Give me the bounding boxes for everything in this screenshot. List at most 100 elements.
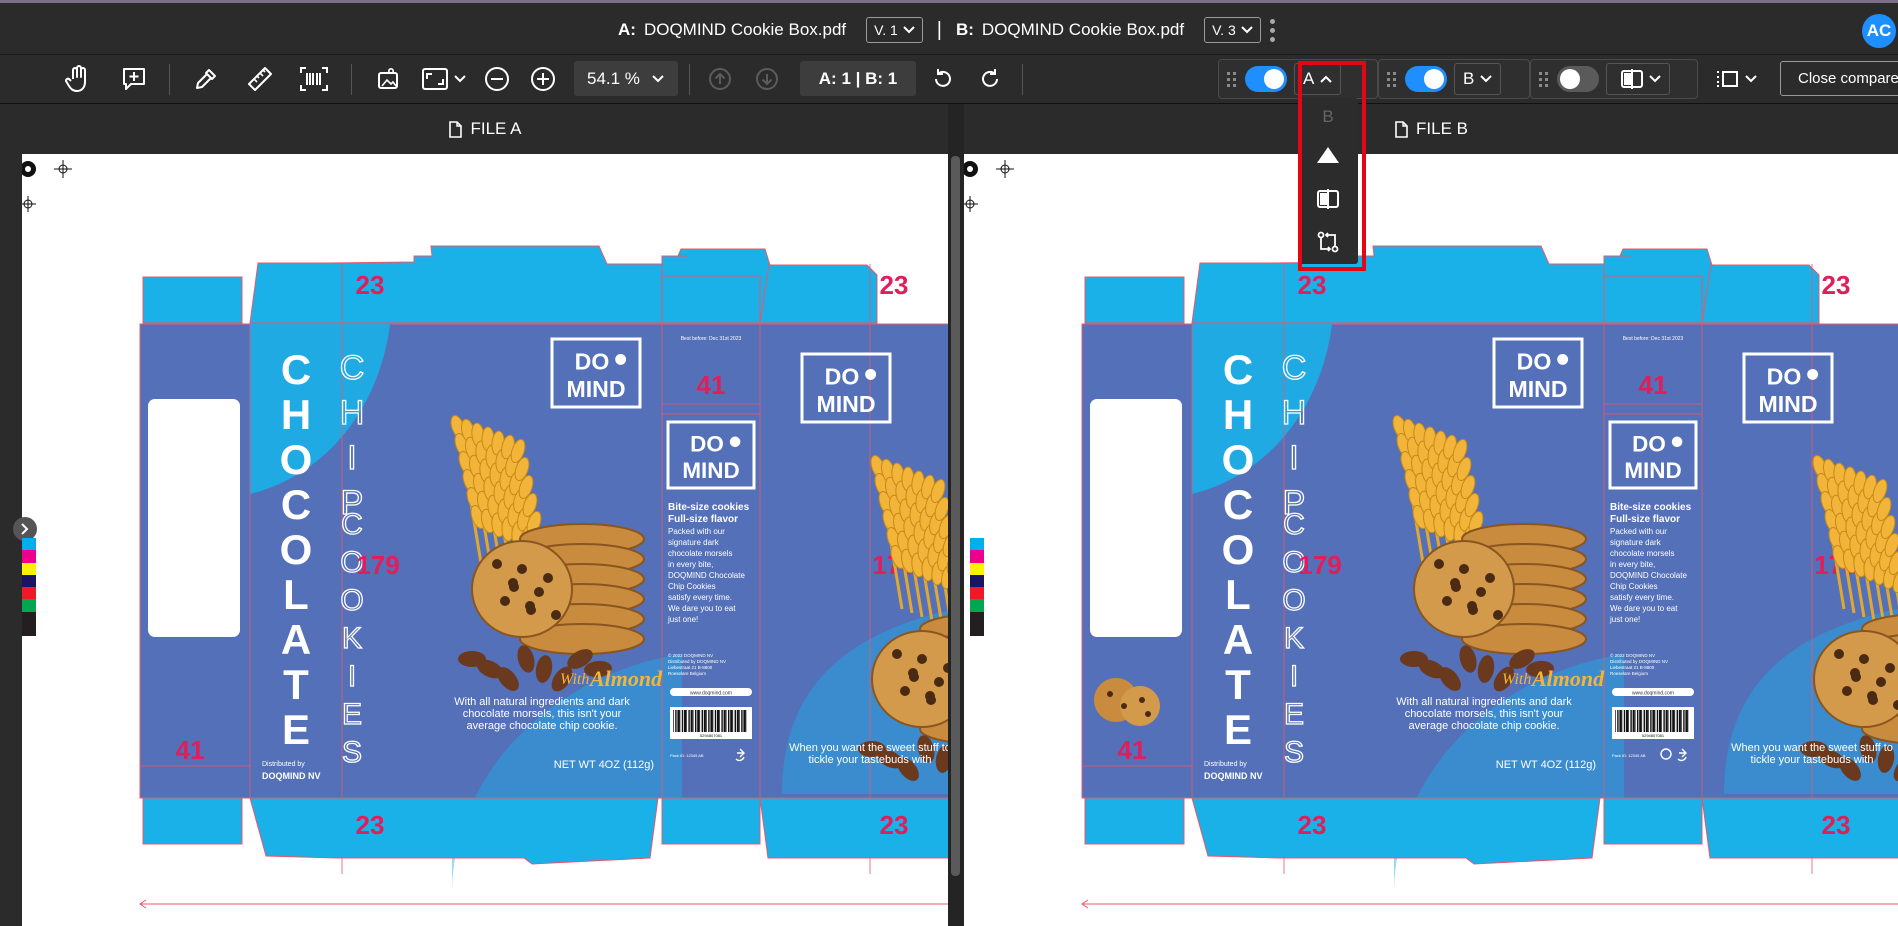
fit-page-icon	[422, 68, 448, 90]
color-swatch	[970, 623, 984, 636]
dimension-height: 179	[356, 550, 399, 580]
dimension-top: 23	[1298, 270, 1327, 300]
layer-a-group: A	[1218, 59, 1378, 99]
dimension-height: 179	[1298, 550, 1341, 580]
avatar[interactable]: AC	[1862, 14, 1896, 48]
svg-text:O: O	[1222, 526, 1255, 573]
bite-subtitle: Full-size flavor	[668, 514, 738, 525]
svg-text:just one!: just one!	[667, 615, 698, 624]
file-a-version-select[interactable]: V. 1	[866, 17, 923, 43]
svg-text:O: O	[1282, 584, 1305, 617]
svg-text:S: S	[342, 736, 362, 769]
menu-item-swap-arrows[interactable]	[1298, 227, 1358, 257]
rotate-left-button[interactable]	[928, 55, 958, 103]
distributor-name: DOQMIND NV	[262, 771, 321, 781]
zoom-in-button[interactable]	[528, 55, 558, 103]
chevron-down-icon	[1480, 75, 1493, 83]
color-swatch	[970, 574, 984, 587]
file-a-version: V. 1	[874, 22, 898, 38]
svg-text:K: K	[1284, 622, 1304, 655]
svg-text:C: C	[1223, 346, 1253, 393]
zoom-out-button[interactable]	[482, 55, 512, 103]
svg-text:average chocolate chip cookie.: average chocolate chip cookie.	[466, 720, 617, 732]
svg-text:C: C	[1223, 481, 1253, 528]
drag-handle-icon[interactable]	[1227, 71, 1237, 87]
previous-difference-button[interactable]	[706, 55, 734, 103]
drag-handle-icon[interactable]	[1387, 71, 1397, 87]
svg-text:C: C	[341, 508, 363, 541]
eyedropper-button[interactable]	[190, 55, 222, 103]
barcode-scan-icon	[300, 67, 328, 91]
file-b-version-select[interactable]: V. 3	[1204, 17, 1261, 43]
file-a-label: A:	[618, 20, 636, 39]
website: www.doqmind.com	[690, 691, 732, 697]
layer-a-toggle[interactable]	[1245, 66, 1287, 92]
menu-item-b[interactable]: B	[1298, 102, 1358, 132]
overlay-mode-dropdown[interactable]	[1606, 63, 1670, 95]
svg-text:A: A	[281, 616, 311, 663]
registration-marks	[22, 160, 72, 212]
layout-icon	[1717, 71, 1738, 87]
svg-text:Distributed by DOQMIND NV: Distributed by DOQMIND NV	[1610, 659, 1668, 664]
distributed-by-label: Distributed by	[1204, 761, 1247, 768]
svg-text:T: T	[1225, 661, 1251, 708]
dimension-top-right: 23	[880, 270, 909, 300]
drag-handle-icon[interactable]	[1539, 71, 1549, 87]
barcode: 5294807081	[1612, 707, 1694, 739]
layer-a-dropdown[interactable]: A	[1294, 63, 1342, 95]
svg-text:satisfy every time.: satisfy every time.	[668, 593, 732, 602]
svg-text:DO: DO	[690, 432, 724, 457]
file-b-viewport[interactable]: 41CHOCOLATECHIPCOOKIES2317923 DO MIND Wi…	[964, 154, 1898, 926]
svg-text:Liebestraat 21 B-8800: Liebestraat 21 B-8800	[1610, 665, 1655, 670]
svg-text:DOQMIND Chocolate: DOQMIND Chocolate	[668, 571, 745, 580]
menu-item-swap-sides[interactable]	[1298, 184, 1358, 214]
svg-text:T: T	[283, 661, 309, 708]
svg-text:K: K	[342, 622, 362, 655]
image-compare-button[interactable]	[373, 55, 403, 103]
close-compare-button[interactable]: Close compare	[1780, 61, 1898, 96]
fit-page-dropdown[interactable]	[420, 55, 468, 103]
svg-text:H: H	[340, 394, 365, 432]
svg-text:MIND: MIND	[1624, 458, 1681, 483]
file-icon	[1395, 120, 1408, 138]
svg-text:O: O	[1222, 436, 1255, 483]
measure-button[interactable]	[244, 55, 276, 103]
file-b-title: FILE B	[1416, 119, 1468, 138]
title-bar: A: DOQMIND Cookie Box.pdf V. 1 | B: DOQM…	[0, 0, 1898, 55]
file-b-name: DOQMIND Cookie Box.pdf	[981, 20, 1185, 39]
layer-b-dropdown[interactable]: B	[1454, 63, 1502, 95]
file-a-viewport[interactable]: 41CHOCOLATECHIPCOOKIES2317923 DO MIND Wi…	[22, 154, 948, 926]
panel-scrollbar[interactable]	[948, 104, 964, 926]
scrollbar-thumb[interactable]	[951, 156, 960, 876]
file-a-title: FILE A	[470, 119, 522, 138]
svg-text:C: C	[1282, 349, 1307, 387]
more-options-icon[interactable]	[1270, 19, 1276, 46]
svg-text:I: I	[1289, 439, 1298, 477]
svg-text:C: C	[340, 349, 365, 387]
pack-id: Pack ID: 12345 AB	[1612, 753, 1646, 758]
triangle-icon	[1317, 147, 1339, 163]
svg-text:A: A	[1223, 616, 1253, 663]
add-comment-button[interactable]	[118, 55, 150, 103]
svg-text:Distributed by DOQMIND NV: Distributed by DOQMIND NV	[668, 659, 726, 664]
next-difference-button[interactable]	[753, 55, 781, 103]
svg-text:signature dark: signature dark	[668, 538, 720, 547]
rotate-right-button[interactable]	[975, 55, 1005, 103]
svg-text:signature dark: signature dark	[1610, 538, 1662, 547]
layer-a-label: A	[1303, 69, 1315, 88]
rotate-right-icon	[982, 69, 998, 87]
svg-text:5294807081: 5294807081	[700, 733, 723, 738]
view-mode-dropdown[interactable]	[1712, 55, 1760, 103]
svg-text:C: C	[1283, 508, 1305, 541]
svg-text:in every bite,: in every bite,	[1610, 560, 1655, 569]
barcode-button[interactable]	[297, 55, 331, 103]
dimension-top: 23	[356, 270, 385, 300]
layer-b-toggle[interactable]	[1405, 66, 1447, 92]
svg-text:H: H	[1223, 391, 1253, 438]
overlay-toggle[interactable]	[1557, 66, 1599, 92]
word-chocolate: CHOCOLATE	[1222, 346, 1255, 753]
chevron-down-icon	[903, 26, 915, 34]
hand-tool-button[interactable]	[62, 55, 94, 103]
zoom-select[interactable]: 54.1 %	[574, 61, 678, 96]
menu-item-triangle[interactable]	[1298, 140, 1358, 170]
